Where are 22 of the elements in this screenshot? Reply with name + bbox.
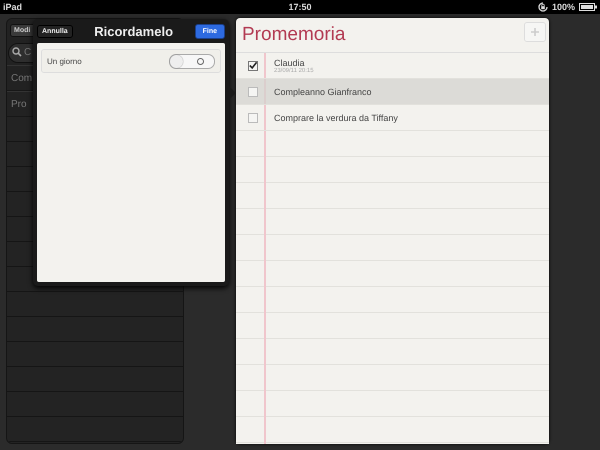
checkbox[interactable] bbox=[248, 60, 258, 70]
battery-percentage: 100% bbox=[552, 2, 575, 12]
battery-icon bbox=[579, 3, 597, 11]
rotation-lock-icon bbox=[538, 2, 548, 12]
list-title: Promemoria bbox=[242, 24, 346, 46]
plus-icon bbox=[531, 28, 539, 36]
list-item[interactable]: Com bbox=[11, 72, 32, 84]
checkbox[interactable] bbox=[248, 86, 258, 96]
search-icon bbox=[12, 47, 22, 57]
reminder-row[interactable]: Comprare la verdura da Tiffany bbox=[236, 105, 549, 131]
device-name: iPad bbox=[3, 2, 22, 12]
checkbox[interactable] bbox=[248, 112, 258, 122]
clock-time: 17:50 bbox=[287, 2, 313, 12]
reminder-title: Comprare la verdura da Tiffany bbox=[274, 112, 398, 122]
reminder-title: Compleanno Gianfranco bbox=[274, 86, 372, 96]
add-button[interactable] bbox=[524, 22, 546, 42]
toggle-switch[interactable] bbox=[169, 54, 215, 68]
option-label: Un giorno bbox=[47, 56, 82, 66]
popover-title: Ricordamelo bbox=[94, 24, 174, 38]
reminder-title: Claudia bbox=[274, 58, 305, 68]
reminder-row[interactable]: Compleanno Gianfranco bbox=[236, 79, 549, 105]
list-item[interactable]: Pro bbox=[11, 98, 27, 110]
